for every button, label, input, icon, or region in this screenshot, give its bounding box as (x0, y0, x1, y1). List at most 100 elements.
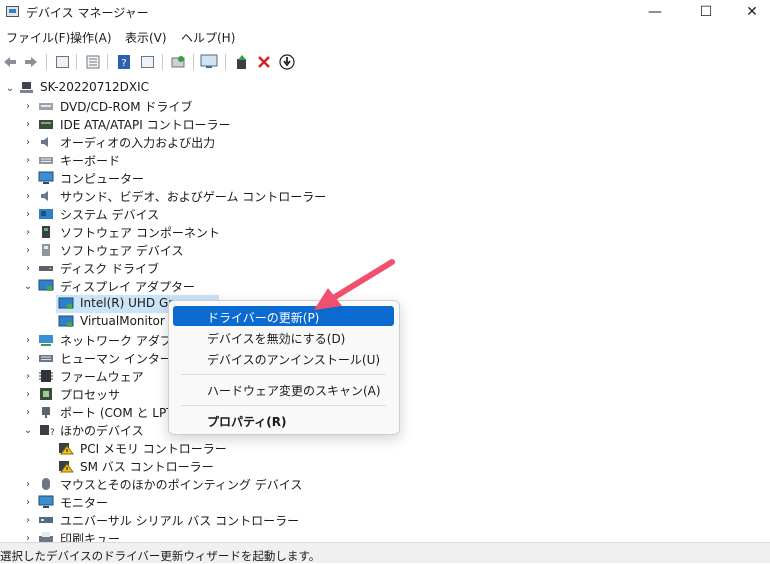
chevron-right-icon[interactable]: › (22, 205, 34, 223)
chevron-right-icon[interactable]: › (22, 493, 34, 511)
tree-item-label: ほかのデバイス (60, 424, 144, 438)
annotation-arrow-icon (314, 259, 395, 310)
chevron-down-icon[interactable]: ⌄ (4, 79, 16, 97)
tree-item-label: IDE ATA/ATAPI コントローラー (60, 118, 231, 132)
tree-item-label: モニター (60, 496, 109, 510)
chevron-right-icon[interactable]: › (22, 331, 34, 349)
software-device-icon (38, 243, 54, 257)
view-icon[interactable] (138, 53, 156, 71)
tree-item-label: DVD/CD-ROM ドライブ (60, 100, 193, 114)
context-menu: ドライバーの更新(P) デバイスを無効にする(D) デバイスのアンインストール(… (168, 300, 400, 435)
tree-item-label: プロセッサ (60, 388, 121, 402)
tree-item-label: キーボード (60, 154, 121, 168)
display-adapter-icon (58, 315, 74, 329)
svg-text:?: ? (50, 428, 54, 437)
tree-item-label: PCI メモリ コントローラー (80, 442, 227, 456)
disable-device-menu-item[interactable]: デバイスを無効にする(D) (173, 327, 394, 347)
tree-item-label: システム デバイス (60, 208, 160, 222)
update-driver-icon[interactable] (233, 53, 251, 71)
warning-icon (58, 459, 74, 473)
svg-text:?: ? (121, 58, 126, 69)
uninstall-device-menu-item[interactable]: デバイスのアンインストール(U) (173, 348, 394, 368)
uninstall-icon[interactable] (255, 53, 273, 71)
device-manager-icon (6, 6, 19, 17)
menu-action[interactable]: 操作(A) (70, 29, 112, 46)
window-title: デバイス マネージャー (26, 6, 149, 20)
chevron-down-icon[interactable]: ⌄ (22, 277, 34, 295)
toolbar: ? (0, 50, 770, 74)
menu-separator (181, 405, 386, 406)
menu-separator (181, 374, 386, 375)
menu-help[interactable]: ヘルプ(H) (181, 29, 235, 46)
processor-icon (38, 387, 54, 401)
tree-item-label: ファームウェア (60, 370, 144, 384)
menu-view[interactable]: 表示(V) (125, 29, 167, 46)
chevron-right-icon[interactable]: › (22, 151, 34, 169)
speaker-icon (38, 135, 54, 149)
back-icon[interactable] (1, 53, 19, 71)
keyboard-icon (38, 153, 54, 167)
tree-item-label: ディスプレイ アダプター (60, 280, 195, 294)
tree-item-label: VirtualMonitor D (80, 314, 178, 328)
maximize-button[interactable]: ☐ (683, 0, 729, 24)
computer-icon (18, 81, 34, 95)
chevron-right-icon[interactable]: › (22, 187, 34, 205)
mouse-icon (38, 477, 54, 491)
usb-icon (38, 513, 54, 527)
tree-item-label: コンピューター (60, 172, 145, 186)
network-adapter-icon (38, 333, 54, 347)
tree-item-label: サウンド、ビデオ、およびゲーム コントローラー (60, 190, 327, 204)
properties-icon[interactable] (53, 53, 71, 71)
display-adapter-icon (38, 279, 54, 293)
chevron-right-icon[interactable]: › (22, 367, 34, 385)
monitor-icon (38, 171, 54, 185)
chevron-right-icon[interactable]: › (22, 223, 34, 241)
tree-item-label: ポート (COM と LPT) (60, 406, 179, 420)
menu-file[interactable]: ファイル(F) (6, 29, 70, 46)
chevron-right-icon[interactable]: › (22, 259, 34, 277)
chevron-right-icon[interactable]: › (22, 115, 34, 133)
disk-drive-icon (38, 261, 54, 275)
list-icon[interactable] (84, 53, 102, 71)
chevron-right-icon[interactable]: › (22, 241, 34, 259)
properties-label: プロパティ(R) (207, 415, 287, 429)
dvd-drive-icon (38, 99, 54, 113)
chevron-down-icon[interactable]: ⌄ (22, 421, 34, 439)
chevron-right-icon[interactable]: › (22, 133, 34, 151)
help-icon[interactable]: ? (115, 53, 133, 71)
scan-hardware-label: ハードウェア変更のスキャン(A) (207, 384, 381, 398)
unknown-device-icon: ? (38, 423, 55, 438)
system-device-icon (38, 207, 54, 221)
disable-icon[interactable] (278, 53, 296, 71)
disable-device-label: デバイスを無効にする(D) (207, 332, 346, 346)
chevron-right-icon[interactable]: › (22, 511, 34, 529)
speaker-icon (38, 189, 54, 203)
scan-icon[interactable] (169, 53, 187, 71)
chevron-right-icon[interactable]: › (22, 403, 34, 421)
chevron-right-icon[interactable]: › (22, 475, 34, 493)
forward-icon[interactable] (22, 53, 40, 71)
tree-root-label: SK-20220712DXIC (40, 80, 150, 94)
tree-item-label: ディスク ドライブ (60, 262, 159, 276)
close-button[interactable]: ✕ (729, 0, 770, 24)
tree-item-label: SM バス コントローラー (80, 460, 214, 474)
scan-hardware-menu-item[interactable]: ハードウェア変更のスキャン(A) (173, 379, 394, 399)
tree-item-label: ソフトウェア コンポーネント (60, 226, 220, 240)
chevron-right-icon[interactable]: › (22, 97, 34, 115)
port-icon (38, 405, 54, 419)
tree-item-label: オーディオの入力および出力 (60, 136, 216, 150)
monitor-icon[interactable] (200, 53, 218, 71)
uninstall-device-label: デバイスのアンインストール(U) (207, 353, 381, 367)
chevron-right-icon[interactable]: › (22, 169, 34, 187)
software-component-icon (38, 225, 54, 239)
chevron-right-icon[interactable]: › (22, 349, 34, 367)
ide-controller-icon (38, 117, 54, 131)
chevron-right-icon[interactable]: › (22, 385, 34, 403)
display-adapter-icon (58, 297, 74, 311)
tree-item-label: ソフトウェア デバイス (60, 244, 184, 258)
title-bar: デバイス マネージャー — ☐ ✕ (0, 0, 770, 24)
monitor-icon (38, 495, 54, 509)
properties-menu-item[interactable]: プロパティ(R) (173, 410, 394, 430)
firmware-icon (38, 369, 54, 383)
minimize-button[interactable]: — (632, 0, 678, 24)
